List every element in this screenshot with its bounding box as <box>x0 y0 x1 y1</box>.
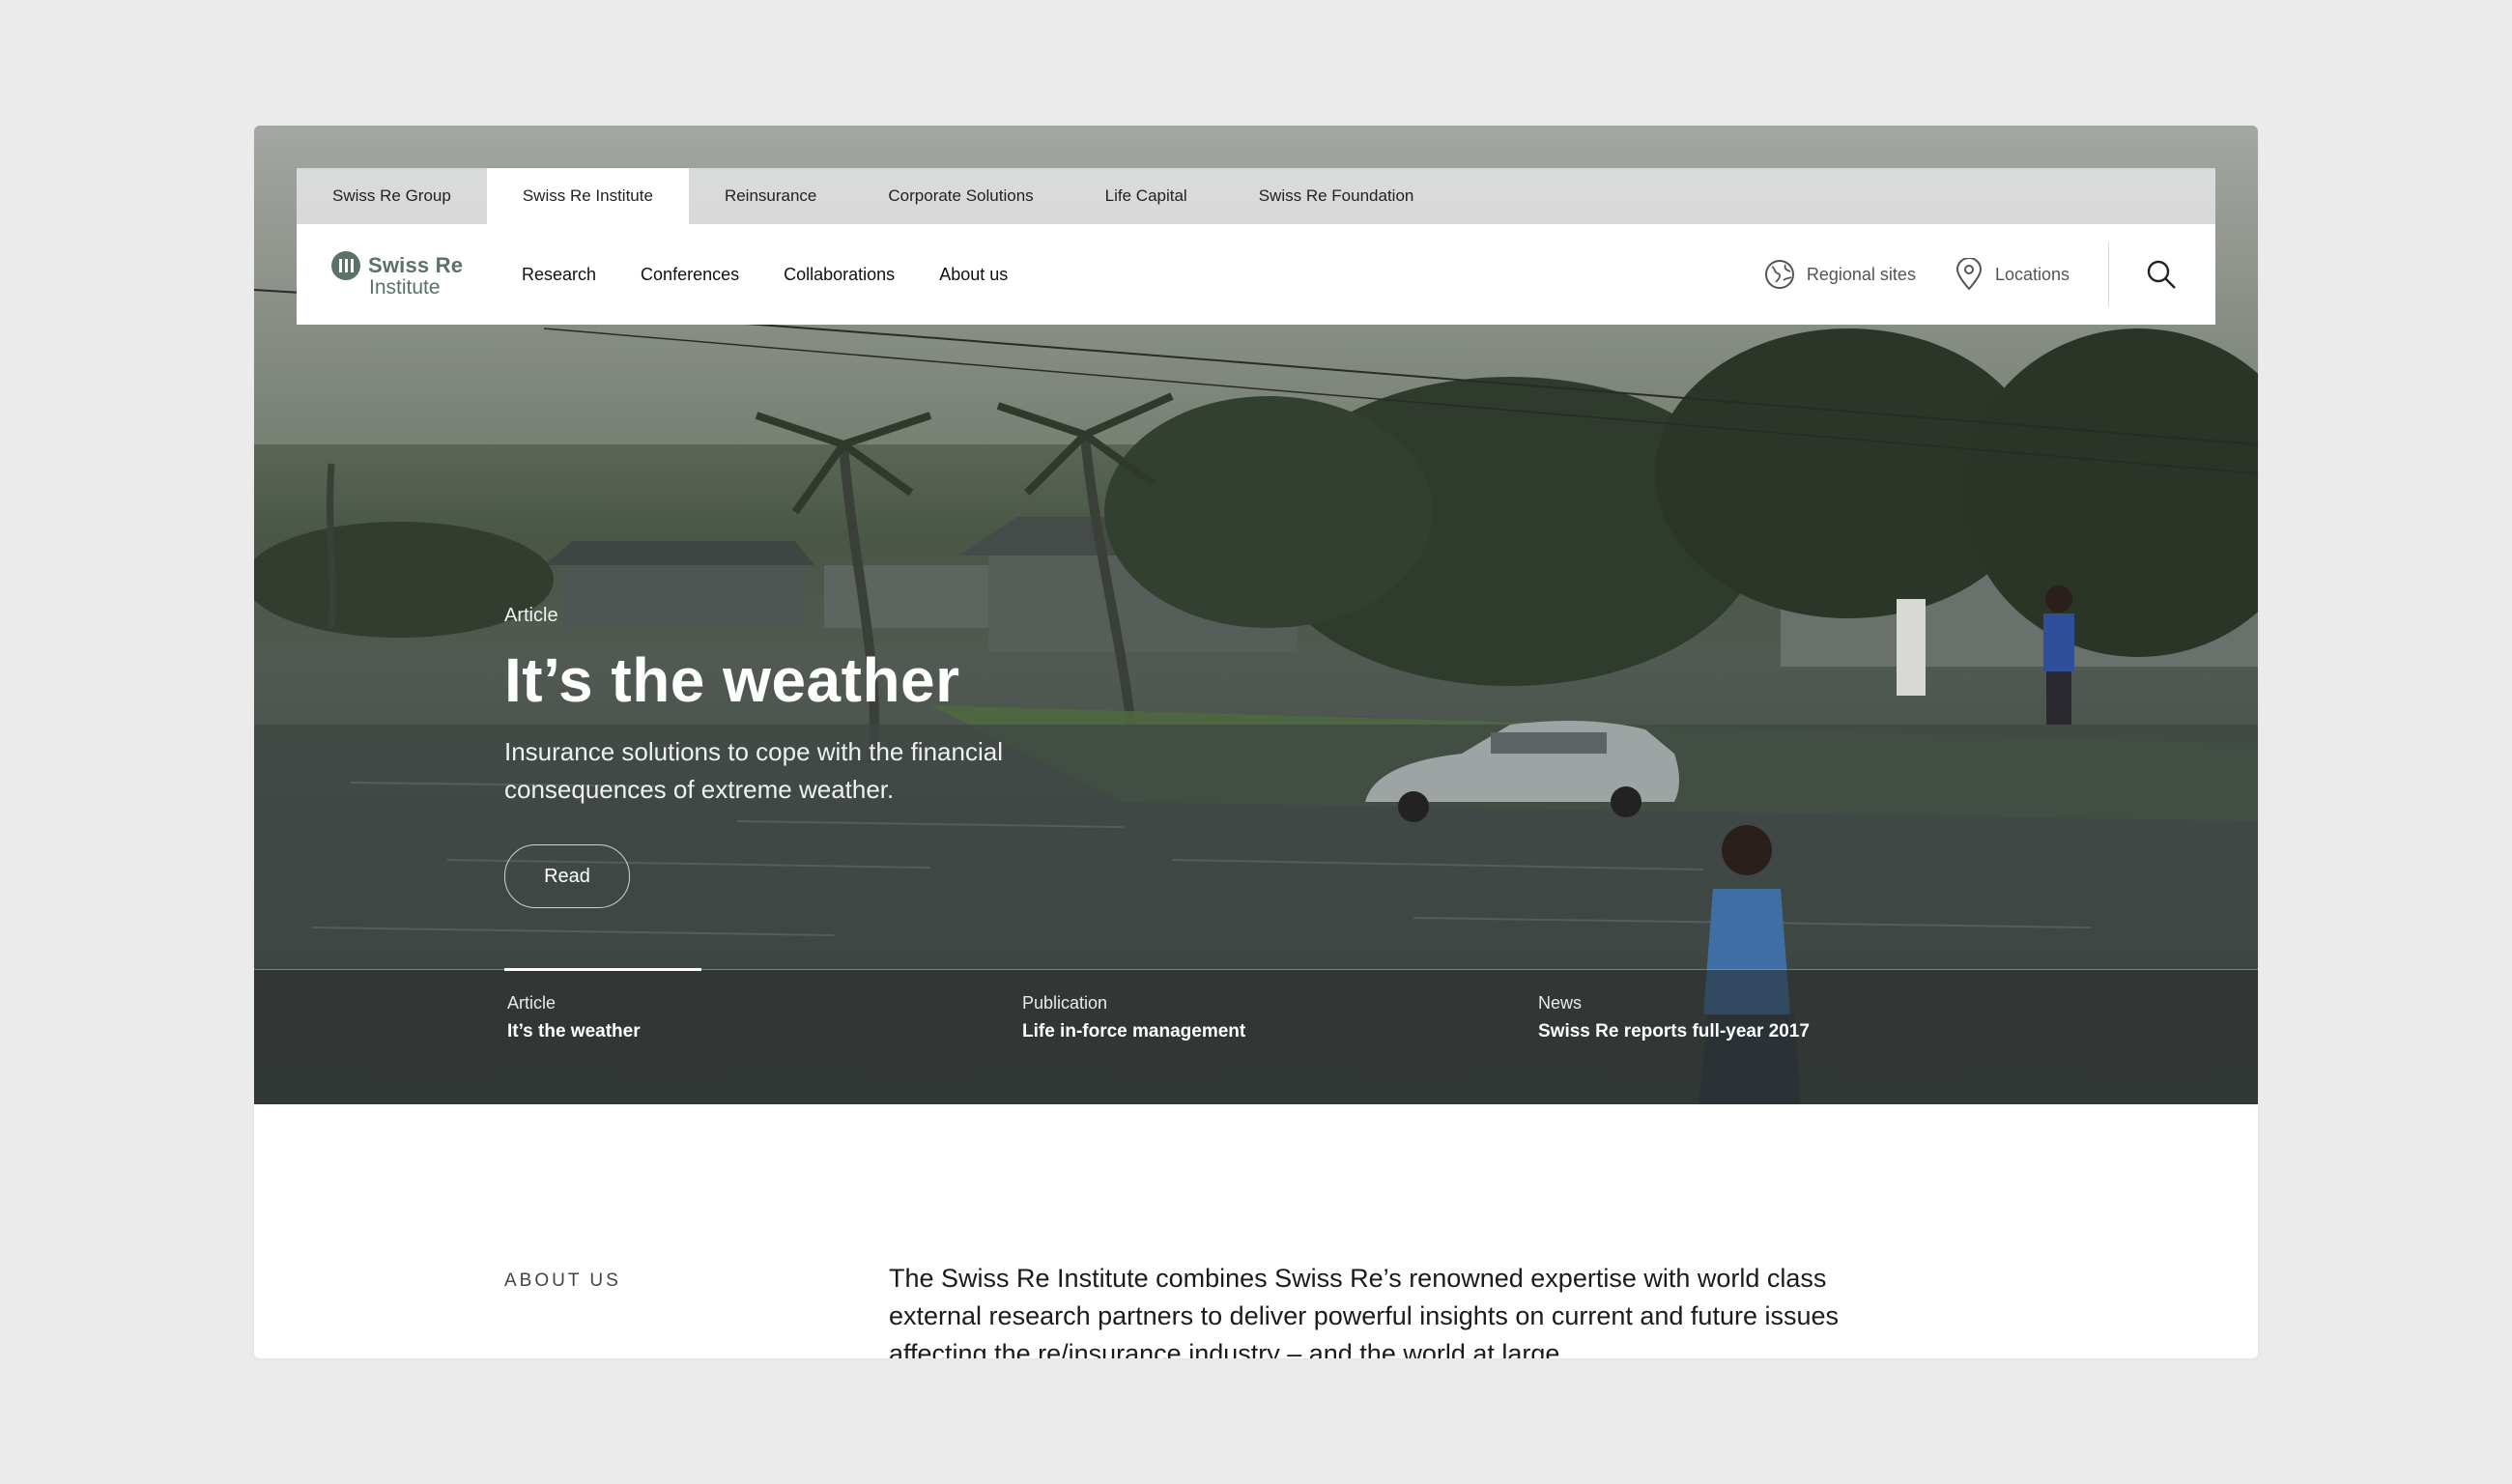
carousel-item-article[interactable]: Article It’s the weather <box>507 993 641 1042</box>
locations-link[interactable]: Locations <box>1955 258 2070 291</box>
about-section-label: ABOUT US <box>504 1270 621 1291</box>
company-tab-bar: Swiss Re Group Swiss Re Institute Reinsu… <box>297 168 2215 224</box>
hero-content: Article It’s the weather Insurance solut… <box>504 605 1181 908</box>
hero-subtitle: Insurance solutions to cope with the fin… <box>504 733 1181 809</box>
carousel-progress-indicator <box>504 968 701 971</box>
swiss-re-emblem-icon <box>331 251 360 280</box>
utility-divider <box>2108 242 2109 307</box>
search-icon <box>2147 260 2176 289</box>
regional-sites-label: Regional sites <box>1806 264 1916 284</box>
tab-corporate-solutions[interactable]: Corporate Solutions <box>852 168 1069 224</box>
utility-nav: Regional sites Locations <box>1764 224 2215 325</box>
carousel-item-publication[interactable]: Publication Life in-force management <box>1022 993 1245 1042</box>
carousel-item-title: Swiss Re reports full-year 2017 <box>1538 1021 1810 1042</box>
tab-reinsurance[interactable]: Reinsurance <box>689 168 852 224</box>
about-section-text: The Swiss Re Institute combines Swiss Re… <box>889 1264 1840 1358</box>
nav-collaborations[interactable]: Collaborations <box>784 265 895 285</box>
swiss-re-institute-logo[interactable]: Swiss Re Institute <box>331 249 463 301</box>
search-button[interactable] <box>2142 255 2181 294</box>
main-navigation-bar: Swiss Re Institute Research Conferences … <box>297 224 2215 325</box>
nav-conferences[interactable]: Conferences <box>641 265 739 285</box>
globe-icon <box>1764 260 1794 289</box>
carousel-item-title: Life in-force management <box>1022 1021 1246 1042</box>
carousel-item-news[interactable]: News Swiss Re reports full-year 2017 <box>1538 993 1810 1042</box>
hero-subtitle-line-1: Insurance solutions to cope with the fin… <box>504 737 1003 766</box>
carousel-item-title: It’s the weather <box>507 1021 641 1042</box>
regional-sites-link[interactable]: Regional sites <box>1764 259 1916 290</box>
carousel-item-type: Publication <box>1022 993 1108 1013</box>
hero-subtitle-line-2: consequences of extreme weather. <box>504 775 895 804</box>
tab-life-capital[interactable]: Life Capital <box>1070 168 1223 224</box>
nav-about-us[interactable]: About us <box>939 265 1008 285</box>
tab-swiss-re-institute[interactable]: Swiss Re Institute <box>486 168 689 224</box>
read-button[interactable]: Read <box>504 844 630 908</box>
tab-swiss-re-group[interactable]: Swiss Re Group <box>297 168 487 224</box>
hero-title: It’s the weather <box>504 645 960 715</box>
carousel-item-type: News <box>1538 993 1583 1013</box>
carousel-item-type: Article <box>507 993 557 1013</box>
page-card: Swiss Re Group Swiss Re Institute Reinsu… <box>254 126 2258 1358</box>
carousel-strip: Article It’s the weather Publication Lif… <box>254 968 2258 1104</box>
logo-line-2: Institute <box>369 276 441 299</box>
primary-nav: Research Conferences Collaborations Abou… <box>522 224 1052 325</box>
hero-kicker: Article <box>504 605 558 626</box>
nav-research[interactable]: Research <box>522 265 596 285</box>
tab-swiss-re-foundation[interactable]: Swiss Re Foundation <box>1223 168 1450 224</box>
locations-label: Locations <box>1994 264 2070 284</box>
map-pin-icon <box>1955 258 1982 291</box>
hero-banner: Swiss Re Group Swiss Re Institute Reinsu… <box>254 126 2258 1104</box>
logo-line-1: Swiss Re <box>368 253 464 277</box>
